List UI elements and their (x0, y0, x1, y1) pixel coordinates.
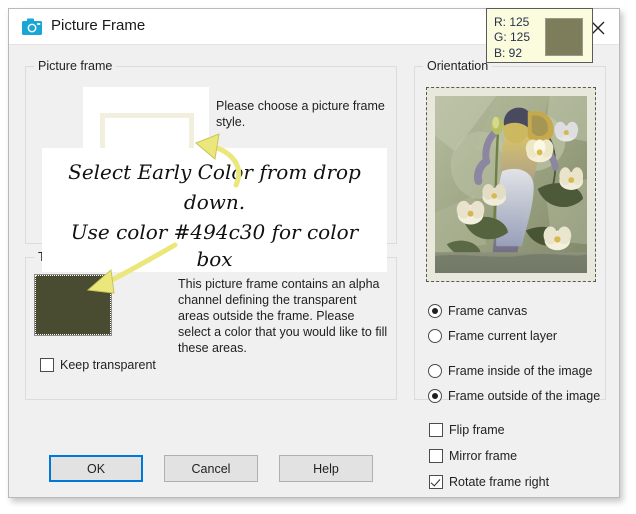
checkbox-box (429, 475, 443, 489)
frame-style-help-text: Please choose a picture frame style. (216, 98, 391, 130)
radio-mark (428, 304, 442, 318)
radio-frame-canvas[interactable]: Frame canvas (428, 304, 527, 318)
radio-frame-canvas-label: Frame canvas (448, 304, 527, 318)
annotation-line-1: Select Early Color from drop (42, 160, 387, 184)
flip-frame-label: Flip frame (449, 423, 505, 437)
transparency-color-swatch[interactable] (35, 275, 111, 335)
window-title: Picture Frame (51, 17, 145, 34)
preview-image (435, 96, 587, 273)
tooltip-green-value: G: 125 (494, 31, 530, 43)
transparency-group: Tra This picture frame contains an alpha… (25, 257, 397, 400)
radio-frame-outside-image[interactable]: Frame outside of the image (428, 389, 600, 403)
checkbox-box (429, 423, 443, 437)
cancel-button[interactable]: Cancel (164, 455, 258, 482)
frame-preview (426, 87, 596, 282)
checkbox-box (40, 358, 54, 372)
radio-frame-inside-image-label: Frame inside of the image (448, 364, 593, 378)
annotation-line-2: down. (42, 190, 387, 214)
ok-button[interactable]: OK (49, 455, 143, 482)
transparency-description: This picture frame contains an alpha cha… (178, 276, 388, 356)
tooltip-blue-value: B: 92 (494, 47, 522, 59)
help-button[interactable]: Help (279, 455, 373, 482)
annotation-line-3: Use color #494c30 for color (42, 220, 387, 244)
screenshot-root: Picture Frame Picture frame Please choos… (0, 0, 636, 514)
checkbox-flip-frame[interactable]: Flip frame (429, 423, 505, 437)
annotation-line-4: box (42, 247, 387, 271)
annotation-panel: Select Early Color from drop down. Use c… (42, 148, 387, 272)
picture-frame-group-label: Picture frame (34, 59, 116, 73)
radio-mark (428, 329, 442, 343)
orientation-group-label: Orientation (423, 59, 492, 73)
camera-icon (22, 18, 42, 35)
radio-mark (428, 364, 442, 378)
keep-transparent-checkbox[interactable]: Keep transparent (40, 358, 156, 372)
tooltip-color-swatch (545, 18, 583, 56)
keep-transparent-label: Keep transparent (60, 358, 156, 372)
checkbox-box (429, 449, 443, 463)
radio-frame-current-layer[interactable]: Frame current layer (428, 329, 557, 343)
close-icon (591, 21, 605, 35)
orientation-group: Orientation (414, 66, 606, 400)
rotate-frame-right-label: Rotate frame right (449, 475, 549, 489)
radio-mark (428, 389, 442, 403)
radio-frame-current-layer-label: Frame current layer (448, 329, 557, 343)
radio-frame-inside-image[interactable]: Frame inside of the image (428, 364, 593, 378)
checkbox-mirror-frame[interactable]: Mirror frame (429, 449, 517, 463)
artwork-illustration (435, 96, 587, 273)
color-readout-tooltip: R: 125 G: 125 B: 92 (486, 8, 593, 63)
tooltip-red-value: R: 125 (494, 16, 529, 28)
mirror-frame-label: Mirror frame (449, 449, 517, 463)
checkbox-rotate-frame-right[interactable]: Rotate frame right (429, 475, 549, 489)
radio-frame-outside-image-label: Frame outside of the image (448, 389, 600, 403)
